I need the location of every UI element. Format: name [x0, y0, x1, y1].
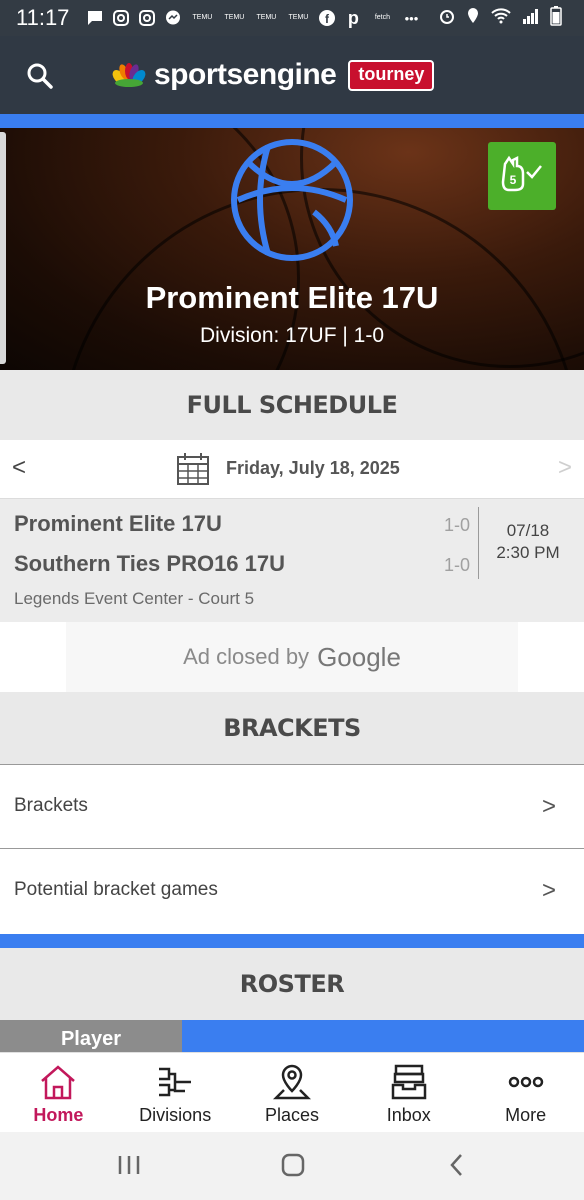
team-hero: 5 Prominent Elite 17U Division: 17UF | 1… [0, 128, 584, 370]
basketball-icon [228, 136, 356, 264]
google-logo: Google [317, 641, 401, 672]
game-date: 07/18 [506, 521, 550, 540]
brackets-link[interactable]: Brackets > [0, 764, 584, 848]
roster-heading: ROSTER [0, 948, 584, 1020]
bottom-navigation: Home Divisions Places Inbox More [0, 1052, 584, 1132]
temu-icon: TEMU [192, 14, 213, 21]
app-header: sportsengine tourney [0, 36, 584, 114]
home-icon [41, 1065, 76, 1100]
potential-bracket-games-label: Potential bracket games [14, 879, 218, 900]
logo-text: sportsengine [154, 58, 337, 91]
more-notifications-icon: ••• [404, 10, 419, 26]
fan-hand-check-icon: 5 [499, 154, 545, 199]
game-card[interactable]: Prominent Elite 17U 1-0 Southern Ties PR… [0, 498, 584, 622]
bracket-icon [159, 1067, 192, 1097]
calendar-icon[interactable] [176, 452, 210, 486]
nav-more[interactable]: More [467, 1053, 584, 1132]
map-pin-icon [272, 1064, 312, 1100]
status-bar: 11:17 TEMU TEMU TEMU TEMU f p fetch ••• [0, 0, 584, 36]
nav-inbox[interactable]: Inbox [350, 1053, 467, 1132]
game-venue[interactable]: Legends Event Center - Court 5 [14, 589, 254, 609]
temu-icon: TEMU [224, 14, 245, 21]
ad-closed-text: Ad closed by [183, 644, 310, 669]
notification-icons: TEMU TEMU TEMU TEMU f p fetch ••• [85, 8, 421, 28]
status-time: 11:17 [16, 5, 70, 30]
signal-icon [522, 7, 540, 30]
nav-divisions-label: Divisions [139, 1105, 212, 1125]
recent-apps-icon[interactable] [112, 1150, 146, 1180]
date-navigator: < Friday, July 18, 2025 > [0, 440, 584, 498]
fan-badge-number: 5 [510, 173, 517, 187]
home-button-icon[interactable] [276, 1150, 310, 1180]
chevron-right-icon: > [541, 793, 556, 820]
wifi-icon [490, 7, 512, 30]
instagram-icon [111, 8, 131, 28]
roster-header-bar [182, 1020, 584, 1052]
brackets-link-label: Brackets [14, 795, 88, 816]
home-team-record: 1-0 [444, 515, 471, 535]
message-icon [85, 8, 105, 28]
sportsengine-logo: sportsengine tourney [112, 58, 435, 92]
chevron-right-icon: > [541, 877, 556, 904]
roster-player-column-header[interactable]: Player [0, 1020, 182, 1052]
temu-icon: TEMU [288, 14, 309, 21]
nav-divisions[interactable]: Divisions [117, 1053, 234, 1132]
nav-places[interactable]: Places [234, 1053, 351, 1132]
fan-follow-button[interactable]: 5 [488, 142, 556, 210]
team-name: Prominent Elite 17U [145, 280, 439, 315]
temu-icon: TEMU [256, 14, 277, 21]
location-icon [466, 7, 480, 30]
nav-more-label: More [505, 1105, 547, 1125]
schedule-date[interactable]: Friday, July 18, 2025 [226, 458, 400, 479]
facebook-icon: f [317, 8, 337, 28]
away-team-name: Southern Ties PRO16 17U [14, 551, 286, 576]
away-team-record: 1-0 [444, 555, 471, 575]
nav-inbox-label: Inbox [386, 1105, 431, 1125]
instagram-icon [137, 8, 157, 28]
potential-bracket-games-link[interactable]: Potential bracket games > [0, 848, 584, 934]
system-navigation-bar [0, 1132, 584, 1200]
previous-day-button[interactable]: < [12, 454, 26, 482]
nav-home[interactable]: Home [0, 1053, 117, 1132]
alarm-icon [438, 7, 456, 30]
system-indicators [438, 6, 562, 31]
search-icon[interactable] [24, 60, 56, 92]
brackets-heading: BRACKETS [0, 692, 584, 764]
messenger-icon [163, 8, 183, 28]
full-schedule-heading[interactable]: FULL SCHEDULE [0, 370, 584, 440]
more-dots-icon [508, 1076, 543, 1088]
divider [478, 507, 479, 579]
back-icon[interactable] [440, 1150, 474, 1180]
next-day-button[interactable]: > [558, 454, 572, 482]
fetch-icon: fetch [374, 14, 391, 21]
logo-badge: tourney [348, 59, 435, 91]
battery-icon [550, 6, 562, 31]
peacock-logo-icon [112, 63, 146, 87]
parking-icon: p [347, 7, 359, 28]
accent-strip [0, 934, 584, 948]
home-team-name: Prominent Elite 17U [14, 511, 222, 536]
nav-places-label: Places [264, 1105, 319, 1125]
team-division: Division: 17UF | 1-0 [199, 324, 385, 347]
nav-home-label: Home [33, 1105, 84, 1125]
accent-strip [0, 114, 584, 128]
inbox-icon [391, 1064, 427, 1100]
game-time: 2:30 PM [496, 543, 560, 562]
ad-closed-banner: Ad closed by Google [66, 622, 518, 692]
